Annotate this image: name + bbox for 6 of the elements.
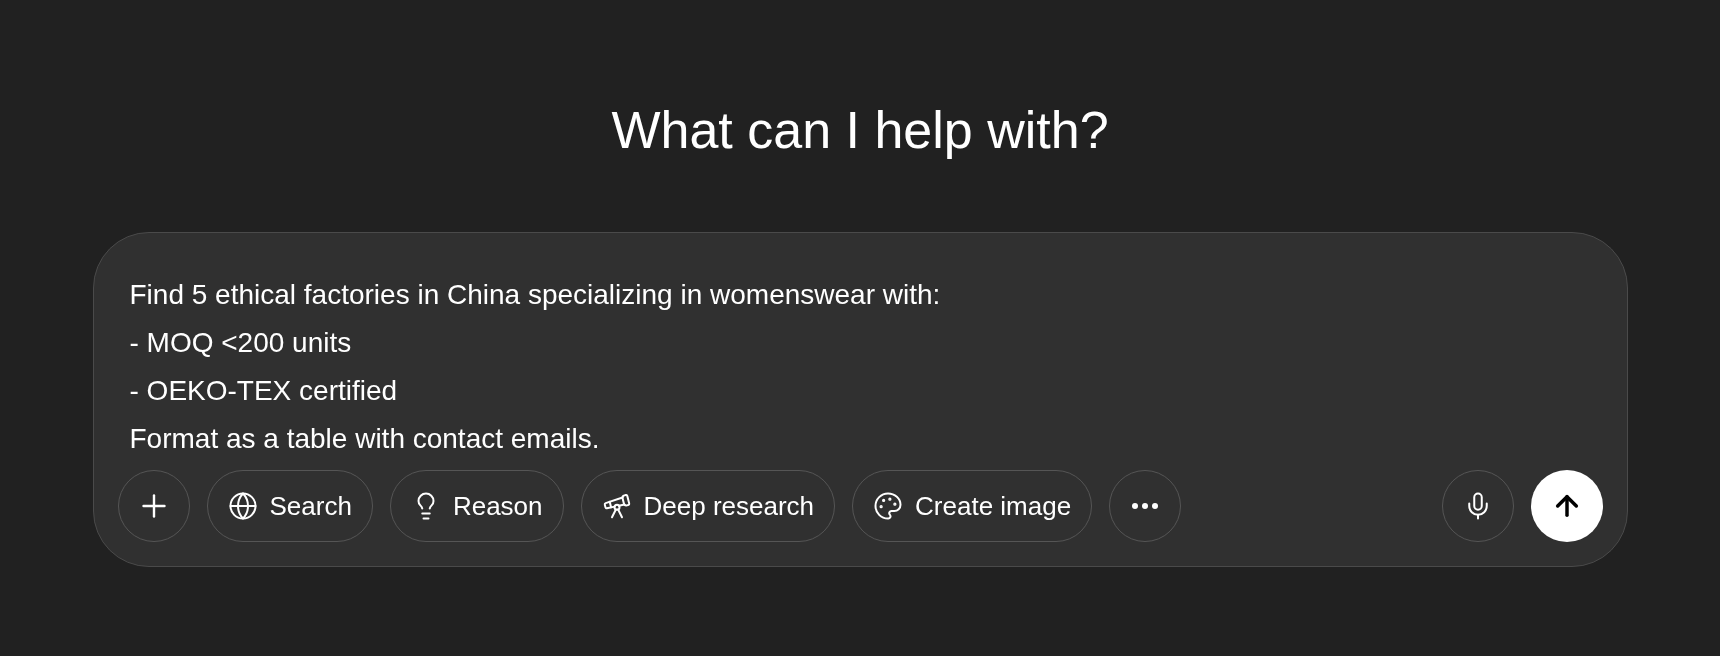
palette-icon <box>873 491 904 521</box>
prompt-field[interactable]: Find 5 ethical factories in China specializing in womenswear with: - MOQ <200 units - OEKO-TEX certified Format as a table with contact emails. <box>117 271 1603 463</box>
globe-icon <box>227 491 258 521</box>
page-heading: What can I help with? <box>611 100 1109 161</box>
telescope-icon <box>601 491 632 521</box>
more-icon <box>1132 503 1159 509</box>
